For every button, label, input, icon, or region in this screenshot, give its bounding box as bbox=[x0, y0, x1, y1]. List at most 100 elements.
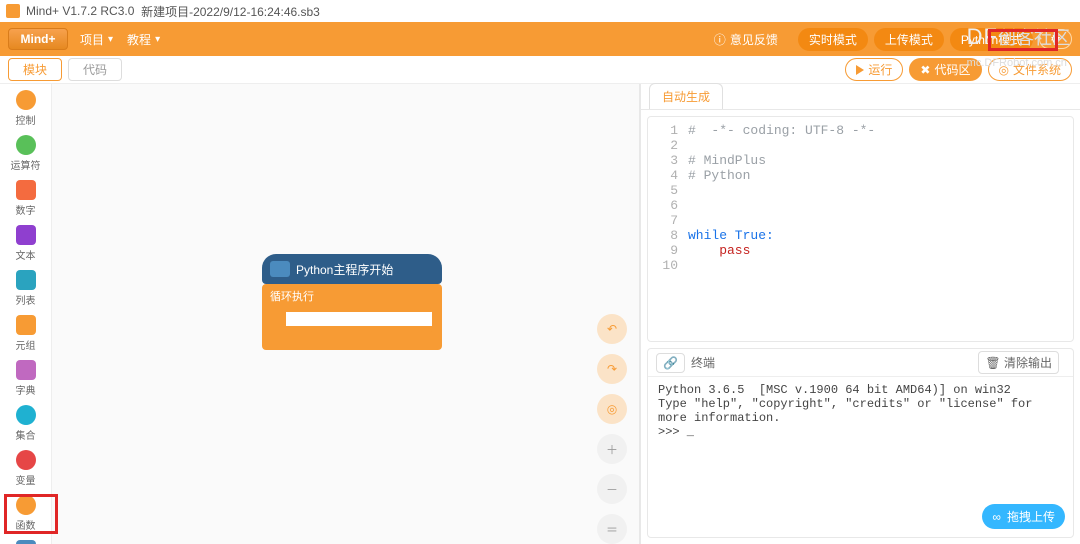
palette-集合[interactable]: 集合 bbox=[4, 403, 48, 444]
palette-swatch bbox=[16, 225, 36, 245]
app-version: Mind+ V1.7.2 RC3.0 bbox=[26, 4, 134, 18]
center-button[interactable]: ◎ bbox=[597, 394, 627, 424]
python-icon bbox=[270, 261, 290, 277]
line-number: 5 bbox=[648, 183, 688, 198]
drag-upload-button[interactable]: ∞ 拖拽上传 bbox=[982, 504, 1065, 529]
line-number: 2 bbox=[648, 138, 688, 153]
line-text: # MindPlus bbox=[688, 153, 766, 168]
palette-swatch bbox=[16, 180, 36, 200]
undo-button[interactable]: ↶ bbox=[597, 314, 627, 344]
palette-swatch bbox=[16, 540, 36, 544]
code-viewer: 1# -*- coding: UTF-8 -*-23# MindPlus4# P… bbox=[647, 116, 1074, 342]
tab-code[interactable]: 代码 bbox=[68, 58, 122, 81]
code-area-button[interactable]: ✖ 代码区 bbox=[909, 58, 981, 81]
block-loop[interactable]: 循环执行 bbox=[262, 284, 442, 350]
palette-label: 变量 bbox=[16, 472, 36, 487]
palette-swatch bbox=[16, 270, 36, 290]
palette-Python[interactable]: Python bbox=[4, 538, 48, 544]
code-tabs: 自动生成 bbox=[641, 84, 1080, 110]
main-area: 控制运算符数字文本列表元组字典集合变量函数Python Python主程序开始 … bbox=[0, 84, 1080, 544]
code-line: 6 bbox=[648, 198, 1073, 213]
palette-label: 元组 bbox=[16, 337, 36, 352]
zoom-out-button[interactable]: － bbox=[597, 474, 627, 504]
code-line: 5 bbox=[648, 183, 1073, 198]
palette-label: 集合 bbox=[16, 427, 36, 442]
code-line: 4# Python bbox=[648, 168, 1073, 183]
clear-output-button[interactable]: 🗑 清除输出 bbox=[978, 351, 1059, 374]
cloud-icon: ∞ bbox=[992, 510, 1001, 524]
menu-tutorial[interactable]: 教程 bbox=[127, 31, 160, 48]
palette-字典[interactable]: 字典 bbox=[4, 358, 48, 399]
app-logo: Mind+ bbox=[8, 28, 68, 50]
menu-project[interactable]: 项目 bbox=[80, 31, 113, 48]
palette-控制[interactable]: 控制 bbox=[4, 88, 48, 129]
line-number: 10 bbox=[648, 258, 688, 273]
canvas-tools: ↶ ↷ ◎ ＋ － ＝ bbox=[597, 314, 627, 544]
block-loop-slot[interactable] bbox=[286, 308, 432, 334]
os-titlebar: Mind+ V1.7.2 RC3.0 新建项目-2022/9/12-16:24:… bbox=[0, 0, 1080, 22]
line-number: 7 bbox=[648, 213, 688, 228]
redo-button[interactable]: ↷ bbox=[597, 354, 627, 384]
palette-label: 列表 bbox=[16, 292, 36, 307]
highlight-python-palette bbox=[4, 494, 58, 534]
code-line: 3# MindPlus bbox=[648, 153, 1073, 168]
code-line: 10 bbox=[648, 258, 1073, 273]
palette-数字[interactable]: 数字 bbox=[4, 178, 48, 219]
palette-label: 字典 bbox=[16, 382, 36, 397]
zoom-in-button[interactable]: ＋ bbox=[597, 434, 627, 464]
palette-label: 控制 bbox=[16, 112, 36, 127]
line-text: # Python bbox=[688, 168, 750, 183]
feedback-link[interactable]: ⓘ 意见反馈 bbox=[714, 31, 778, 48]
play-icon bbox=[856, 65, 864, 75]
code-line: 7 bbox=[648, 213, 1073, 228]
palette-swatch bbox=[16, 405, 36, 425]
line-text: # -*- coding: UTF-8 -*- bbox=[688, 123, 875, 138]
code-line: 2 bbox=[648, 138, 1073, 153]
run-button[interactable]: 运行 bbox=[845, 58, 903, 81]
palette-label: 数字 bbox=[16, 202, 36, 217]
palette-swatch bbox=[16, 450, 36, 470]
terminal-panel: 🔗 终端 🗑 清除输出 Python 3.6.5 [MSC v.1900 64 … bbox=[647, 348, 1074, 538]
toolbar: 模块 代码 运行 ✖ 代码区 ◎ 文件系统 bbox=[0, 56, 1080, 84]
block-hat-label: Python主程序开始 bbox=[296, 261, 393, 278]
filesystem-button[interactable]: ◎ 文件系统 bbox=[988, 58, 1073, 81]
palette-swatch bbox=[16, 135, 36, 155]
line-number: 6 bbox=[648, 198, 688, 213]
file-name: 新建项目-2022/9/12-16:24:46.sb3 bbox=[141, 3, 320, 20]
palette-文本[interactable]: 文本 bbox=[4, 223, 48, 264]
palette-swatch bbox=[16, 360, 36, 380]
code-line: 8while True: bbox=[648, 228, 1073, 243]
block-python-start[interactable]: Python主程序开始 bbox=[262, 254, 442, 284]
tab-autogen[interactable]: 自动生成 bbox=[649, 83, 723, 109]
palette-label: 文本 bbox=[16, 247, 36, 262]
code-line: 9 pass bbox=[648, 243, 1073, 258]
palette: 控制运算符数字文本列表元组字典集合变量函数Python bbox=[0, 84, 52, 544]
code-line: 1# -*- coding: UTF-8 -*- bbox=[648, 123, 1073, 138]
line-text: while True: bbox=[688, 228, 774, 243]
menubar: Mind+ 项目 教程 ⓘ 意见反馈 实时模式 上传模式 Python模式 ⚙ bbox=[0, 22, 1080, 56]
zoom-fit-button[interactable]: ＝ bbox=[597, 514, 627, 544]
palette-元组[interactable]: 元组 bbox=[4, 313, 48, 354]
line-number: 9 bbox=[648, 243, 688, 258]
app-icon bbox=[6, 4, 20, 18]
line-number: 4 bbox=[648, 168, 688, 183]
mode-upload[interactable]: 上传模式 bbox=[874, 28, 944, 51]
highlight-python-mode bbox=[988, 29, 1058, 51]
line-text: pass bbox=[688, 243, 750, 258]
line-number: 1 bbox=[648, 123, 688, 138]
link-icon: 🔗 bbox=[656, 353, 685, 373]
line-number: 3 bbox=[648, 153, 688, 168]
line-number: 8 bbox=[648, 228, 688, 243]
mode-realtime[interactable]: 实时模式 bbox=[798, 28, 868, 51]
palette-运算符[interactable]: 运算符 bbox=[4, 133, 48, 174]
palette-swatch bbox=[16, 315, 36, 335]
terminal-title: 终端 bbox=[691, 354, 715, 371]
block-canvas[interactable]: Python主程序开始 循环执行 ↶ ↷ ◎ ＋ － ＝ bbox=[52, 84, 640, 544]
palette-swatch bbox=[16, 90, 36, 110]
palette-label: 运算符 bbox=[11, 157, 41, 172]
palette-列表[interactable]: 列表 bbox=[4, 268, 48, 309]
block-loop-label: 循环执行 bbox=[262, 284, 442, 308]
right-pane: 自动生成 1# -*- coding: UTF-8 -*-23# MindPlu… bbox=[640, 84, 1080, 544]
tab-blocks[interactable]: 模块 bbox=[8, 58, 62, 81]
palette-变量[interactable]: 变量 bbox=[4, 448, 48, 489]
